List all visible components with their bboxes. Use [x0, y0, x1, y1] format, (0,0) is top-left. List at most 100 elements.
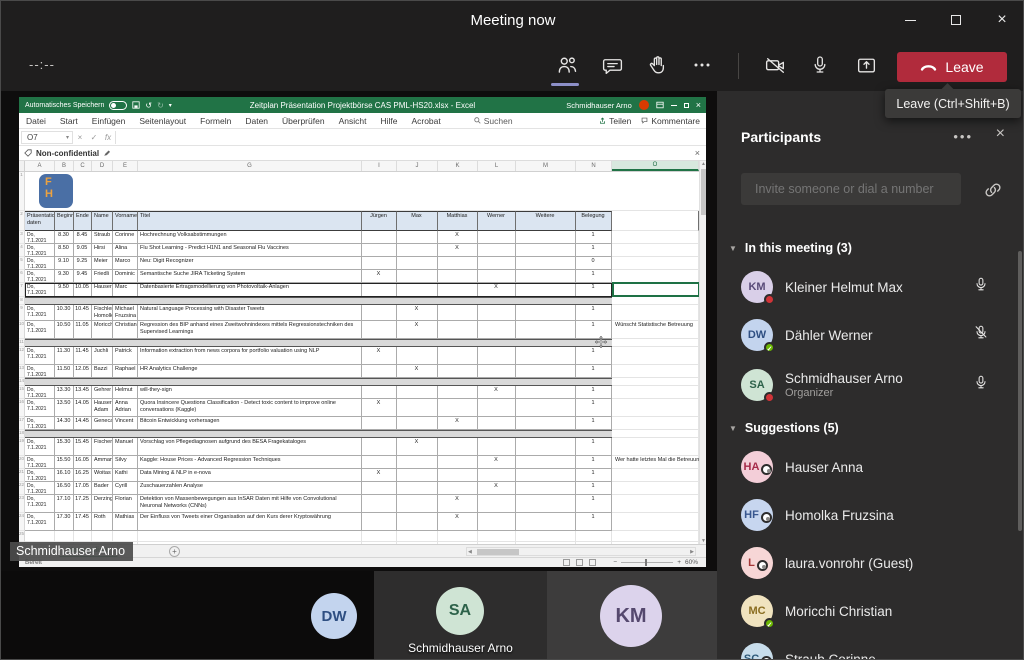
- column-header-E[interactable]: E: [113, 161, 138, 171]
- cell[interactable]: Do, 7.1.2021: [25, 270, 55, 283]
- cell[interactable]: 10.45: [74, 305, 92, 321]
- excel-menu-hilfe[interactable]: Hilfe: [373, 116, 404, 126]
- chat-button[interactable]: [595, 48, 629, 82]
- cell[interactable]: [516, 257, 576, 270]
- cell[interactable]: [478, 231, 516, 244]
- cell[interactable]: [397, 417, 438, 430]
- cell[interactable]: 15.45: [74, 438, 92, 456]
- excel-close-icon[interactable]: ×: [696, 101, 701, 110]
- cell[interactable]: [516, 270, 576, 283]
- cell[interactable]: 1: [576, 365, 612, 378]
- cell[interactable]: [516, 399, 576, 417]
- cell[interactable]: [478, 244, 516, 257]
- cell[interactable]: 10.50: [55, 321, 74, 339]
- column-header-C[interactable]: C: [74, 161, 92, 171]
- cell[interactable]: X: [478, 456, 516, 469]
- participant-row[interactable]: DW✓Dähler Werner: [717, 311, 1024, 359]
- cell[interactable]: [362, 305, 397, 321]
- cell[interactable]: 10.05: [74, 283, 92, 297]
- participants-more-icon[interactable]: •••: [953, 129, 973, 144]
- cell[interactable]: X: [362, 270, 397, 283]
- cell[interactable]: Der Einfluss von Tweets einer Organisati…: [138, 513, 362, 531]
- cell[interactable]: Raphael: [113, 365, 138, 378]
- cell[interactable]: 8.50: [55, 244, 74, 257]
- cell[interactable]: [25, 531, 55, 542]
- cell[interactable]: [478, 399, 516, 417]
- excel-minimize-icon[interactable]: [671, 105, 677, 106]
- cell[interactable]: [516, 469, 576, 482]
- cell[interactable]: Marco: [113, 257, 138, 270]
- vscroll-thumb[interactable]: [701, 169, 706, 215]
- cell[interactable]: [612, 297, 699, 305]
- cell[interactable]: [397, 399, 438, 417]
- cell[interactable]: 9.05: [74, 244, 92, 257]
- cell[interactable]: [397, 386, 438, 399]
- excel-menu-überprüfen[interactable]: Überprüfen: [275, 116, 332, 126]
- cell[interactable]: [612, 270, 699, 283]
- column-header-K[interactable]: K: [438, 161, 478, 171]
- cell[interactable]: [516, 495, 576, 513]
- maximize-button[interactable]: [933, 1, 979, 39]
- cell[interactable]: Do, 7.1.2021: [25, 347, 55, 365]
- cell[interactable]: [478, 365, 516, 378]
- cell[interactable]: Data Mining & NLP in e-nova: [138, 469, 362, 482]
- cell[interactable]: [397, 270, 438, 283]
- column-header-G[interactable]: G: [138, 161, 362, 171]
- cell[interactable]: Zuschauerzahlen Analyse: [138, 482, 362, 495]
- cell[interactable]: [438, 321, 478, 339]
- column-header-O[interactable]: O: [612, 161, 699, 171]
- cell[interactable]: Dominic: [113, 270, 138, 283]
- participants-close-icon[interactable]: ×: [996, 125, 1005, 143]
- share-workbook-button[interactable]: Teilen: [599, 116, 631, 126]
- cell[interactable]: 1: [576, 283, 612, 297]
- cell[interactable]: 9.10: [55, 257, 74, 270]
- camera-toggle-button[interactable]: [758, 48, 792, 82]
- cell[interactable]: Do, 7.1.2021: [25, 231, 55, 244]
- excel-menu-einfügen[interactable]: Einfügen: [85, 116, 133, 126]
- scroll-right-icon[interactable]: ▶: [690, 548, 694, 556]
- cell[interactable]: Do, 7.1.2021: [25, 257, 55, 270]
- cell[interactable]: Meier: [92, 257, 113, 270]
- confirm-entry-icon[interactable]: ✓: [87, 133, 101, 142]
- cell[interactable]: [397, 513, 438, 531]
- view-page-layout-icon[interactable]: [576, 559, 583, 566]
- header-cell[interactable]: Belegung: [576, 211, 612, 231]
- undo-icon[interactable]: ↺: [145, 101, 152, 110]
- cell[interactable]: 1: [576, 495, 612, 513]
- cell[interactable]: Do, 7.1.2021: [25, 456, 55, 469]
- cell[interactable]: Hauser Adam: [92, 399, 113, 417]
- cell[interactable]: X: [397, 365, 438, 378]
- cell[interactable]: Do, 7.1.2021: [25, 399, 55, 417]
- cell[interactable]: [397, 283, 438, 297]
- cell[interactable]: 17.05: [74, 482, 92, 495]
- column-header-I[interactable]: I: [362, 161, 397, 171]
- cell[interactable]: Hirsi: [92, 244, 113, 257]
- cell[interactable]: 13.30: [55, 386, 74, 399]
- cell[interactable]: [478, 347, 516, 365]
- cell[interactable]: [612, 283, 699, 297]
- cell[interactable]: [516, 531, 576, 542]
- cell[interactable]: Neu: Digit Recognizer: [138, 257, 362, 270]
- video-tile[interactable]: SASchmidhauser Arno: [374, 571, 547, 660]
- cell[interactable]: [516, 283, 576, 297]
- participants-button[interactable]: [550, 48, 584, 82]
- header-cell[interactable]: Ende: [74, 211, 92, 231]
- cell[interactable]: [438, 482, 478, 495]
- cell[interactable]: 17.10: [55, 495, 74, 513]
- participant-row[interactable]: KMKleiner Helmut Max: [717, 263, 1024, 311]
- cell[interactable]: [362, 365, 397, 378]
- cell[interactable]: Florian: [113, 495, 138, 513]
- invite-input[interactable]: [753, 181, 953, 197]
- cell[interactable]: [397, 456, 438, 469]
- cell[interactable]: 16.50: [55, 482, 74, 495]
- participant-row[interactable]: SCStraub Corinne: [717, 635, 1024, 660]
- name-box[interactable]: O7 ▾: [21, 131, 73, 144]
- header-cell[interactable]: Vorname: [113, 211, 138, 231]
- cell[interactable]: Gehrer: [92, 386, 113, 399]
- cell[interactable]: [74, 531, 92, 542]
- cell[interactable]: Alina: [113, 244, 138, 257]
- cell[interactable]: [362, 257, 397, 270]
- cell[interactable]: Kathi: [113, 469, 138, 482]
- cell[interactable]: X: [478, 482, 516, 495]
- cell[interactable]: [438, 456, 478, 469]
